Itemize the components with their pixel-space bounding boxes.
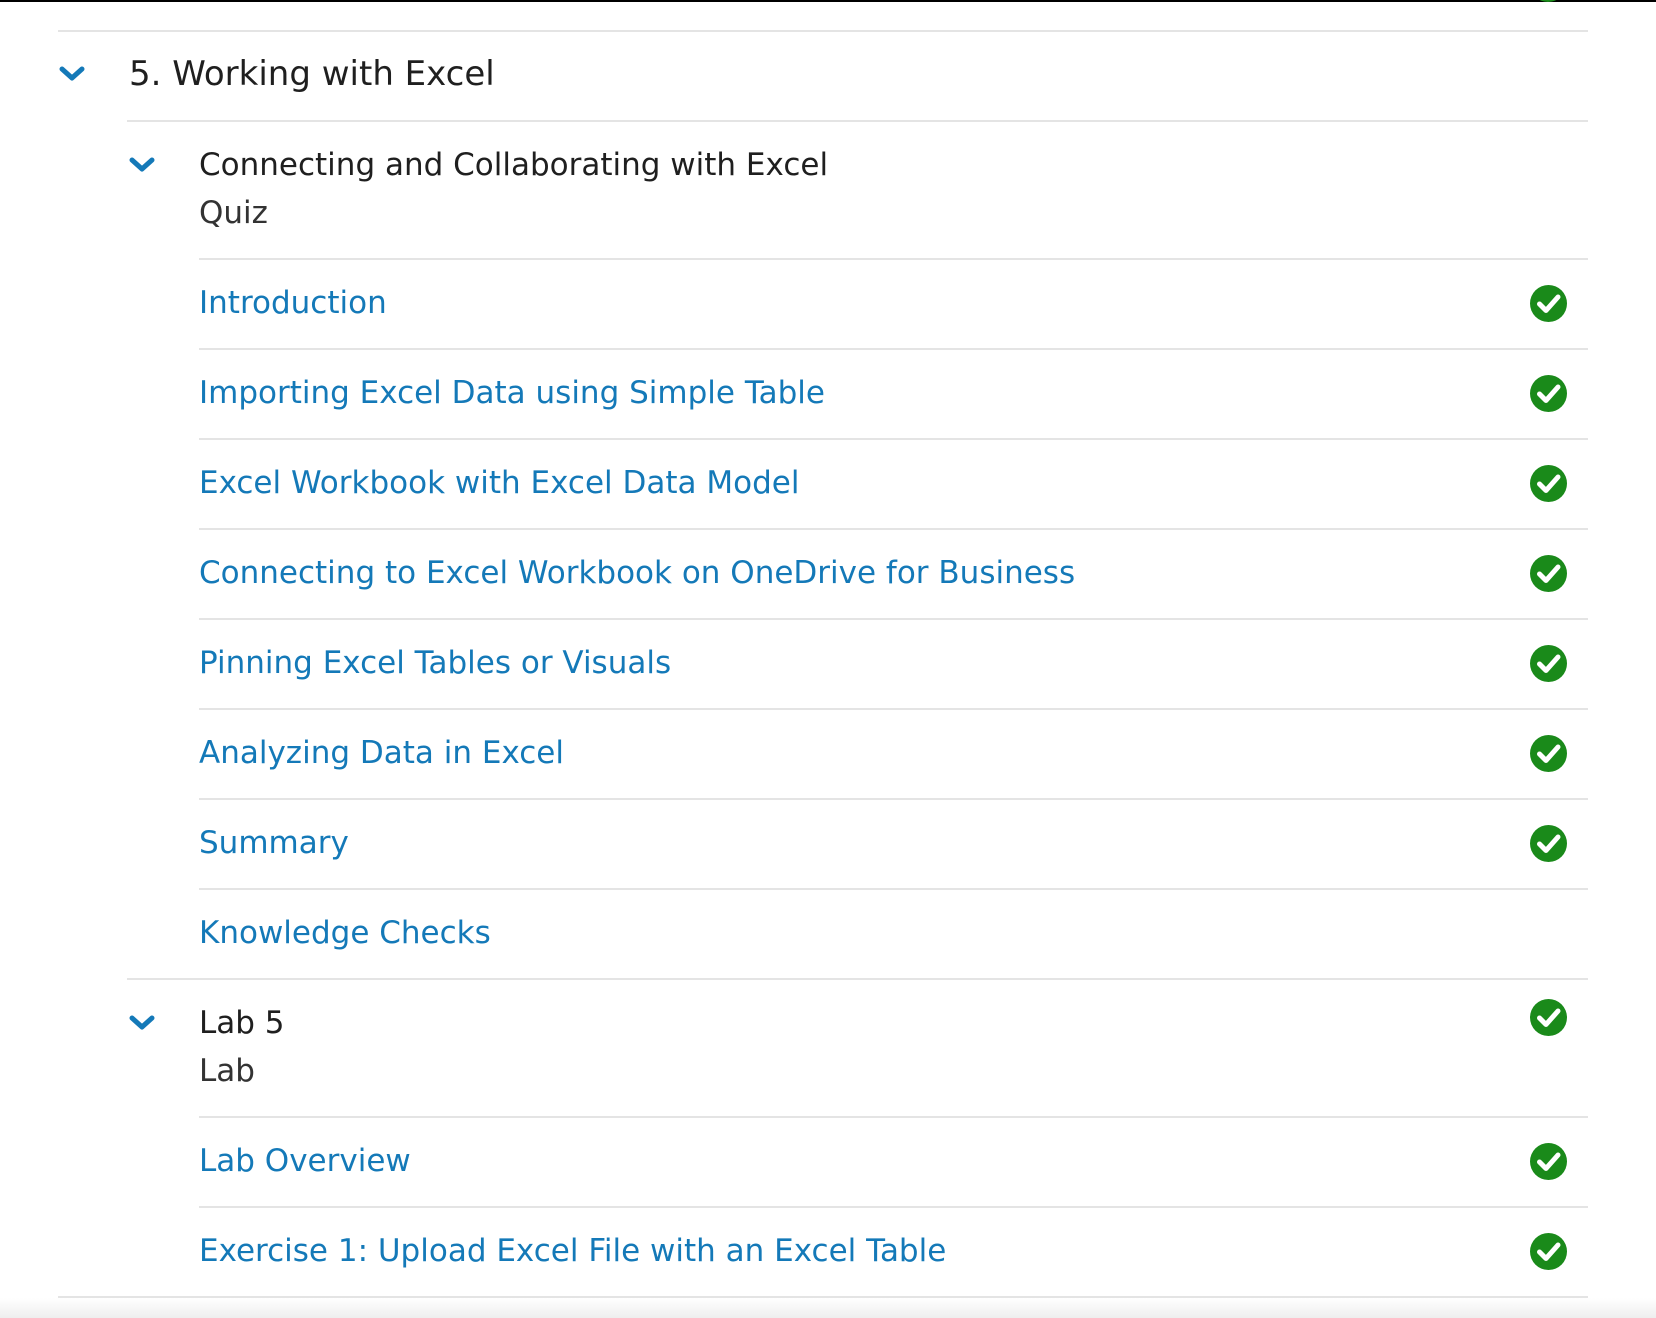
- check-circle-icon: [1530, 645, 1567, 682]
- check-circle-icon: [1530, 555, 1567, 592]
- item-link[interactable]: Importing Excel Data using Simple Table: [199, 378, 825, 409]
- check-circle-icon: [1530, 735, 1567, 772]
- divider: [199, 438, 1588, 440]
- item-link[interactable]: Analyzing Data in Excel: [199, 738, 564, 769]
- bottom-shadow: [0, 1298, 1656, 1318]
- divider: [199, 348, 1588, 350]
- item-link[interactable]: Summary: [199, 828, 349, 859]
- lesson-title[interactable]: Connecting and Collaborating with Excel: [199, 150, 828, 181]
- check-circle-icon: [1530, 285, 1567, 322]
- lesson-title[interactable]: Lab 5: [199, 1008, 285, 1039]
- check-circle-icon: [1530, 825, 1567, 862]
- check-circle-icon: [1530, 999, 1567, 1036]
- item-link[interactable]: Pinning Excel Tables or Visuals: [199, 648, 671, 679]
- divider: [199, 618, 1588, 620]
- chevron-down-icon[interactable]: [59, 66, 85, 82]
- item-link[interactable]: Lab Overview: [199, 1146, 411, 1177]
- divider: [199, 708, 1588, 710]
- check-circle-icon: [1530, 1233, 1567, 1270]
- item-link[interactable]: Introduction: [199, 288, 387, 319]
- item-link[interactable]: Excel Workbook with Excel Data Model: [199, 468, 799, 499]
- lesson-type: Quiz: [199, 195, 268, 231]
- divider: [199, 888, 1588, 890]
- divider: [58, 30, 1588, 32]
- lesson-type: Lab: [199, 1053, 255, 1089]
- item-link[interactable]: Connecting to Excel Workbook on OneDrive…: [199, 558, 1075, 589]
- divider: [199, 798, 1588, 800]
- check-circle-icon: [1530, 465, 1567, 502]
- chevron-down-icon[interactable]: [129, 157, 155, 173]
- divider: [199, 1116, 1588, 1118]
- check-circle-icon: [1530, 1143, 1567, 1180]
- top-border: [0, 0, 1656, 2]
- chevron-down-icon[interactable]: [129, 1015, 155, 1031]
- course-outline: 5. Working with Excel Connecting and Col…: [0, 0, 1656, 1318]
- divider: [127, 978, 1588, 980]
- module-title[interactable]: 5. Working with Excel: [129, 57, 495, 91]
- item-link[interactable]: Knowledge Checks: [199, 918, 491, 949]
- check-circle-icon: [1530, 375, 1567, 412]
- divider: [199, 528, 1588, 530]
- divider: [199, 1206, 1588, 1208]
- divider: [199, 258, 1588, 260]
- divider: [127, 120, 1588, 122]
- item-link[interactable]: Exercise 1: Upload Excel File with an Ex…: [199, 1236, 946, 1267]
